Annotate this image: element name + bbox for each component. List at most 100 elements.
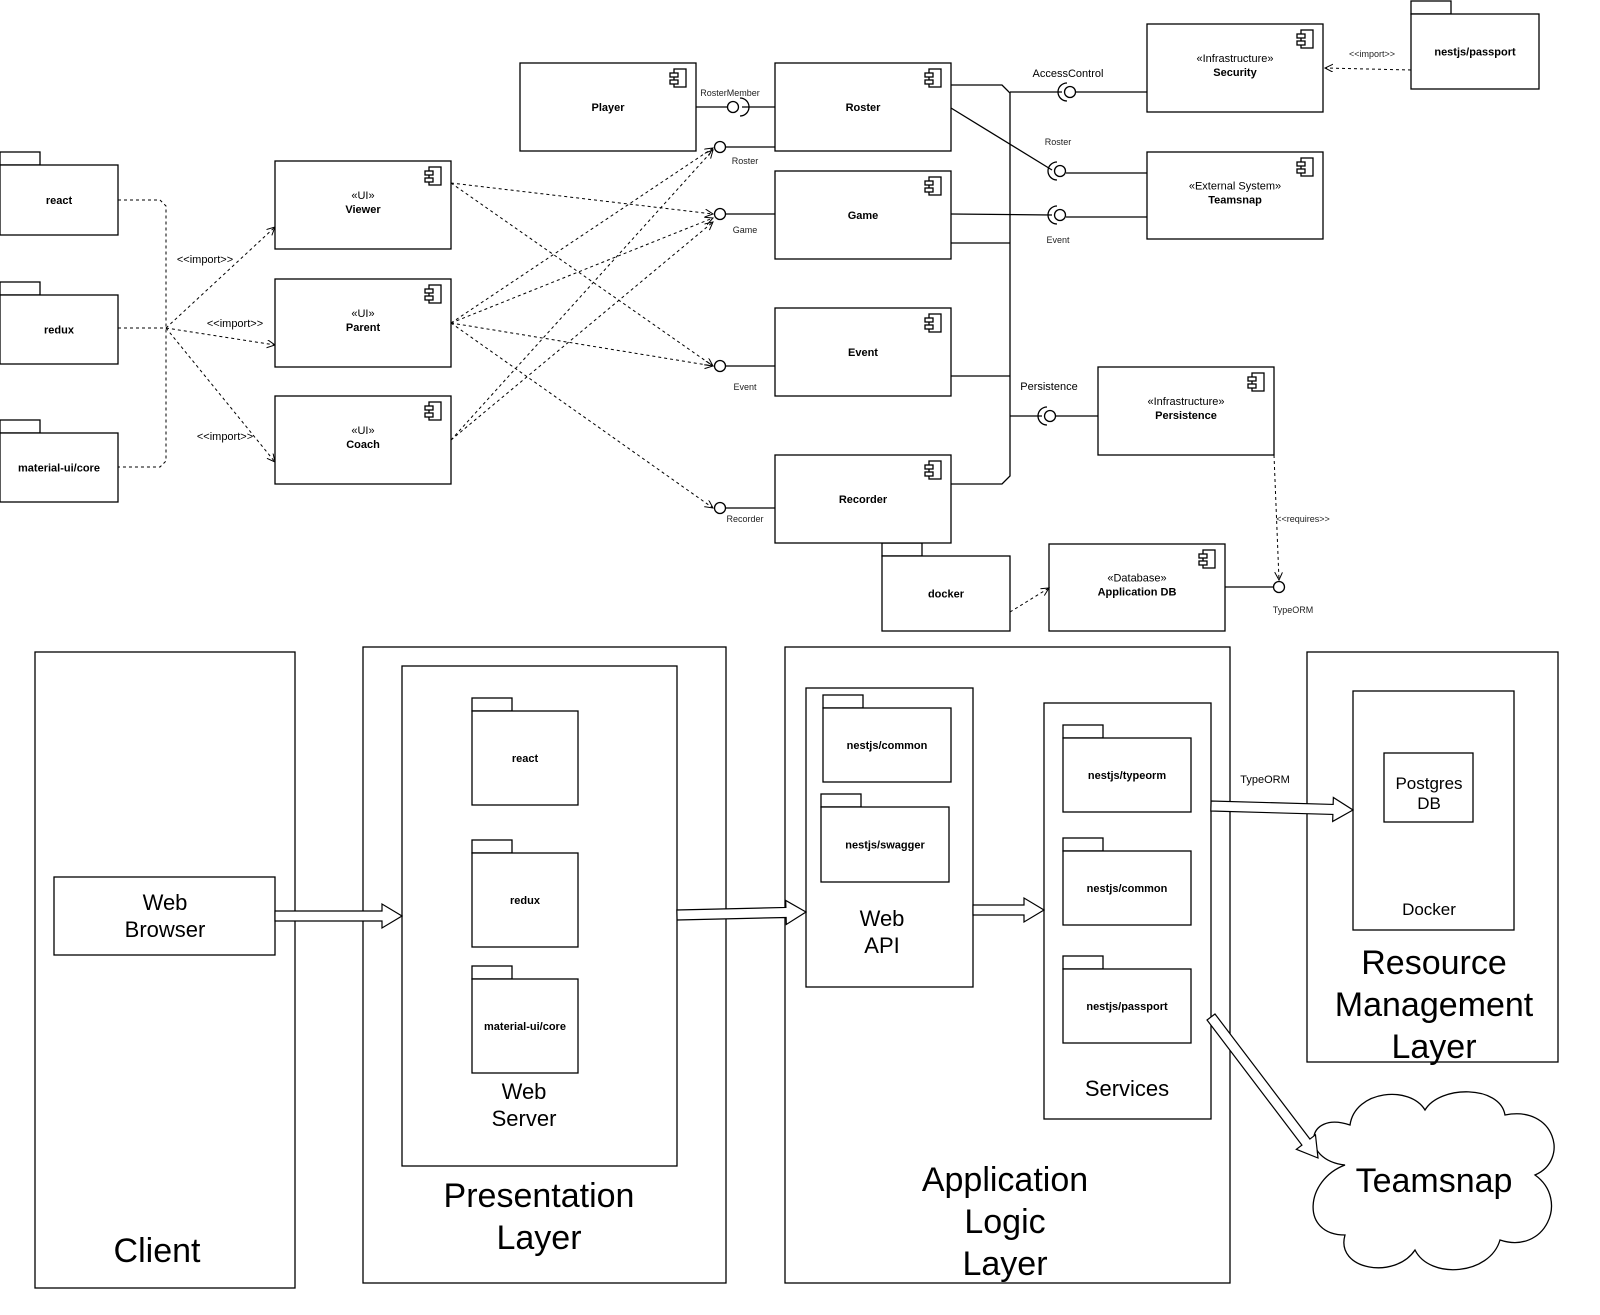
component-name: Player xyxy=(591,102,625,114)
import-passport xyxy=(1325,68,1412,70)
component-name: Application DB xyxy=(1098,587,1177,599)
component-name: Teamsnap xyxy=(1208,195,1262,207)
package-ws_mui[interactable] xyxy=(471,965,579,1074)
interface-label: TypeORM xyxy=(1273,605,1314,615)
resource-management-layer-label: Resource xyxy=(1361,944,1507,982)
package-mui[interactable] xyxy=(0,419,119,503)
web-browser-label: Web xyxy=(143,890,188,915)
component-name: Recorder xyxy=(839,494,888,506)
import-bracket xyxy=(118,199,167,468)
package-tab xyxy=(0,151,41,166)
package-svc_common[interactable] xyxy=(1062,837,1192,926)
package-api_swagger[interactable] xyxy=(820,793,950,883)
service-bus xyxy=(951,84,1011,485)
interface-label: Roster xyxy=(732,156,759,166)
package-tab xyxy=(0,281,41,296)
web-api-label: Web xyxy=(860,906,905,931)
component-name: Parent xyxy=(346,322,381,334)
component-name: Game xyxy=(848,210,879,222)
component-name: Event xyxy=(848,347,878,359)
package-ws_redux[interactable] xyxy=(471,839,579,948)
web-browser-box xyxy=(53,876,276,956)
package-name: nestjs/common xyxy=(847,740,928,752)
component-stereotype: «External System» xyxy=(1189,181,1281,193)
usage-dependency xyxy=(450,222,713,441)
web-server-label: Web xyxy=(502,1079,547,1104)
component-icon-port xyxy=(1296,40,1306,46)
component-stereotype: «Infrastructure» xyxy=(1147,396,1224,408)
component-icon-port xyxy=(924,317,934,323)
connector xyxy=(950,213,1053,216)
package-tab xyxy=(1062,955,1104,970)
package-api_common[interactable] xyxy=(822,694,952,783)
package-tab xyxy=(471,697,513,712)
package-tab xyxy=(471,965,513,980)
package-name: nestjs/common xyxy=(1087,883,1168,895)
resource-management-layer-label: Management xyxy=(1335,986,1534,1024)
postgres-db-label: DB xyxy=(1417,794,1441,813)
package-svc_passport[interactable] xyxy=(1062,955,1192,1044)
interface-label: Event xyxy=(1046,235,1070,245)
component-icon-port xyxy=(924,187,934,193)
web-server-label: Server xyxy=(492,1106,557,1131)
web-browser-label: Browser xyxy=(125,917,206,942)
component-icon-port xyxy=(924,471,934,477)
package-name: react xyxy=(46,195,73,207)
usage-dependency xyxy=(450,322,713,508)
component-icon-port xyxy=(424,405,434,411)
package-redux[interactable] xyxy=(0,281,119,365)
component-icon-port xyxy=(924,72,934,78)
interface-label: Recorder xyxy=(726,514,763,524)
component-icon-port xyxy=(924,324,934,330)
component-icon-port xyxy=(1296,161,1306,167)
package-react[interactable] xyxy=(0,151,119,236)
interface-rostermember xyxy=(726,100,740,114)
package-name: react xyxy=(512,753,539,765)
package-ws_react[interactable] xyxy=(471,697,579,806)
import-arrow-viewer xyxy=(165,227,275,329)
package-passport_top[interactable] xyxy=(1410,0,1540,90)
package-tab xyxy=(822,694,864,709)
component-stereotype: «Infrastructure» xyxy=(1196,53,1273,65)
component-icon-port xyxy=(424,170,434,176)
usage-dependency xyxy=(450,182,713,366)
interface-event-external xyxy=(1053,208,1067,222)
connector xyxy=(950,107,1053,171)
interface-label: Persistence xyxy=(1020,381,1077,393)
package-tab xyxy=(820,793,862,808)
package-tab xyxy=(881,542,923,557)
presentation-layer-label: Layer xyxy=(496,1219,581,1257)
package-name: docker xyxy=(928,589,965,601)
import-label: <<import>> xyxy=(207,318,263,330)
component-name: Security xyxy=(1213,67,1257,79)
import-label: <<import>> xyxy=(1349,49,1395,59)
usage-dependency xyxy=(450,218,713,324)
resource-management-layer-label: Layer xyxy=(1391,1028,1476,1066)
component-icon-port xyxy=(1247,376,1257,382)
package-name: redux xyxy=(44,325,75,337)
interface-label: Game xyxy=(733,225,758,235)
package-tab xyxy=(0,419,41,434)
component-name: Coach xyxy=(346,439,380,451)
component-icon-port xyxy=(424,295,434,301)
component-icon-port xyxy=(1247,383,1257,389)
package-tab xyxy=(471,839,513,854)
usage-dependency xyxy=(450,150,713,441)
component-icon-port xyxy=(669,72,679,78)
package-docker[interactable] xyxy=(881,542,1011,632)
interface-label: RosterMember xyxy=(700,88,760,98)
package-svc_typeorm[interactable] xyxy=(1062,724,1192,813)
component-icon-port xyxy=(1198,560,1208,566)
typeorm-arrow-label: TypeORM xyxy=(1240,774,1290,786)
interface-typeorm xyxy=(1272,580,1286,594)
client-label: Client xyxy=(114,1232,201,1270)
architecture-diagram: react redux material-ui/core nestjs/passpor… xyxy=(0,0,1559,1289)
component-icon-port xyxy=(924,79,934,85)
web-api-label: API xyxy=(864,933,899,958)
component-icon-port xyxy=(669,79,679,85)
component-icon-port xyxy=(1198,553,1208,559)
package-name: material-ui/core xyxy=(484,1021,566,1033)
component-stereotype: «UI» xyxy=(351,308,374,320)
package-name: nestjs/passport xyxy=(1086,1001,1168,1013)
component-icon-port xyxy=(1296,168,1306,174)
